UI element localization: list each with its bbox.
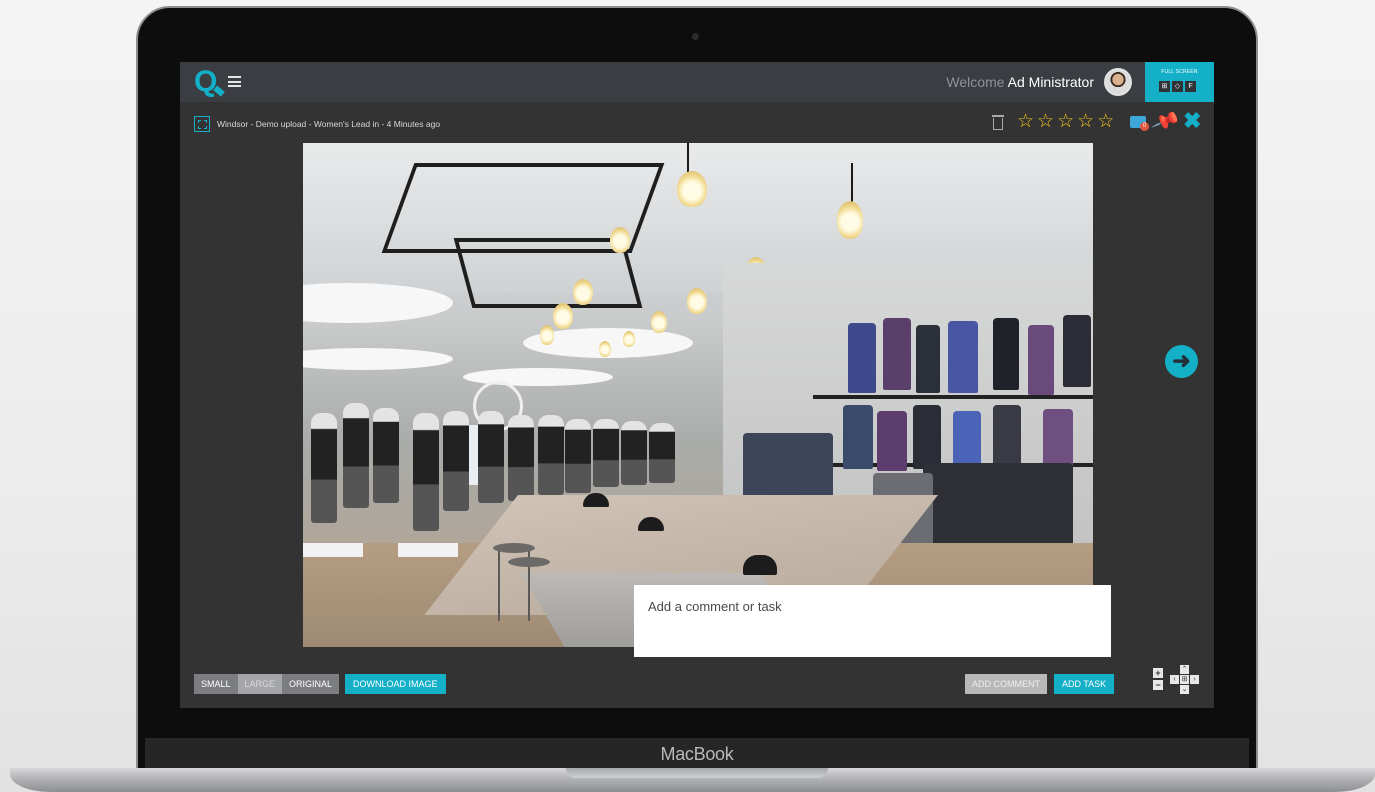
add-task-button[interactable]: ADD TASK [1054, 674, 1115, 694]
expand-icon[interactable] [194, 116, 210, 132]
store-photo [303, 143, 1093, 647]
download-image-button[interactable]: DOWNLOAD IMAGE [345, 674, 446, 694]
camera [692, 33, 699, 40]
breadcrumb: Windsor - Demo upload - Women's Lead in … [217, 119, 441, 129]
trash-icon[interactable] [992, 115, 1004, 130]
size-large-button[interactable]: LARGE [237, 674, 283, 694]
pan-left-icon[interactable]: ‹ [1170, 675, 1179, 684]
comment-input[interactable]: Add a comment or task [634, 585, 1111, 657]
zoom-in-icon[interactable]: + [1153, 668, 1163, 678]
zoom-out-icon[interactable]: − [1153, 680, 1163, 690]
hamburger-menu-icon[interactable] [228, 76, 241, 87]
star-icon-1[interactable]: ☆ [1017, 110, 1034, 134]
app-screen: Q Welcome Ad Ministrator FULL SCREEN ⊞ ◇… [180, 62, 1214, 708]
fullscreen-label: FULL SCREEN [1161, 69, 1198, 75]
star-icon-4[interactable]: ☆ [1077, 110, 1094, 134]
fullscreen-panel: FULL SCREEN ⊞ ◇ F [1145, 62, 1214, 102]
close-icon[interactable]: ✖ [1183, 109, 1201, 133]
pan-right-icon[interactable]: › [1190, 675, 1199, 684]
pin-icon[interactable]: 📌 [1150, 106, 1182, 137]
pan-down-icon[interactable]: ⌄ [1180, 685, 1189, 694]
top-bar: Q Welcome Ad Ministrator FULL SCREEN ⊞ ◇… [180, 62, 1214, 102]
pan-controls: ⌃ ‹ ⊞ › ⌄ [1170, 665, 1200, 695]
comment-count-badge: 0 [1140, 122, 1149, 131]
size-original-button[interactable]: ORIGINAL [282, 674, 340, 694]
welcome-message: Welcome Ad Ministrator [946, 72, 1094, 92]
user-name[interactable]: Ad Ministrator [1008, 74, 1094, 90]
next-arrow-icon[interactable]: ➜ [1165, 345, 1198, 378]
star-icon-3[interactable]: ☆ [1057, 110, 1074, 134]
welcome-prefix: Welcome [946, 74, 1005, 90]
size-selector: SMALL LARGE ORIGINAL [194, 674, 340, 694]
fullscreen-grid-button[interactable]: ⊞ [1159, 81, 1170, 92]
add-comment-button[interactable]: ADD COMMENT [965, 674, 1047, 694]
star-icon-2[interactable]: ☆ [1037, 110, 1054, 134]
laptop-notch [566, 768, 828, 778]
device-brand: MacBook [660, 744, 734, 764]
pan-center-icon[interactable]: ⊞ [1180, 675, 1189, 684]
pan-up-icon[interactable]: ⌃ [1180, 665, 1189, 674]
fullscreen-buttons: ⊞ ◇ F [1159, 81, 1196, 92]
star-icon-5[interactable]: ☆ [1097, 110, 1114, 134]
rating-stars: ☆ ☆ ☆ ☆ ☆ [1017, 110, 1114, 134]
avatar[interactable] [1104, 68, 1132, 96]
fullscreen-fit-button[interactable]: ◇ [1172, 81, 1183, 92]
zoom-controls: + − [1153, 668, 1163, 692]
size-small-button[interactable]: SMALL [194, 674, 238, 694]
fullscreen-f-button[interactable]: F [1185, 81, 1196, 92]
